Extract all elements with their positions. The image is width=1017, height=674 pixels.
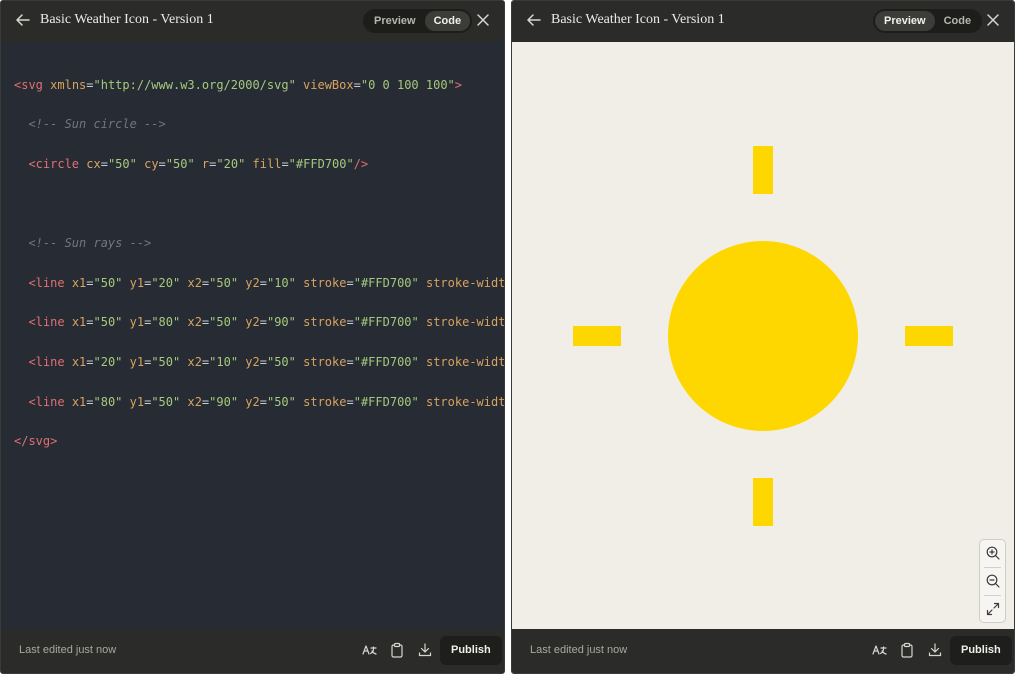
code-line: <!-- Sun rays --> [28, 236, 152, 251]
expand-icon[interactable] [985, 601, 1001, 617]
preview-panel-header: Basic Weather Icon - Version 1 Preview C… [512, 1, 1014, 42]
translate-icon[interactable] [361, 642, 377, 658]
sun-ray-bottom [753, 478, 773, 526]
sun-ray-top [753, 146, 773, 194]
code-panel-footer: Last edited just now Publish [1, 629, 504, 673]
divider [984, 567, 1001, 568]
clipboard-icon[interactable] [389, 642, 405, 658]
preview-tab[interactable]: Preview [875, 11, 935, 31]
preview-panel: Basic Weather Icon - Version 1 Preview C… [511, 0, 1015, 674]
last-edited-status: Last edited just now [530, 644, 628, 656]
artifact-title: Basic Weather Icon - Version 1 [40, 12, 214, 27]
view-toggle: Preview Code [363, 9, 473, 33]
preview-tab[interactable]: Preview [365, 11, 425, 31]
close-icon[interactable] [985, 12, 1001, 28]
sun-graphic [573, 146, 953, 526]
code-editor[interactable]: <svg xmlns="http://www.w3.org/2000/svg" … [1, 42, 504, 629]
preview-panel-footer: Last edited just now Publish [512, 629, 1014, 673]
zoom-in-icon[interactable] [985, 545, 1001, 561]
code-panel-header: Basic Weather Icon - Version 1 Preview C… [1, 1, 504, 42]
code-tab[interactable]: Code [424, 11, 471, 31]
publish-button[interactable]: Publish [950, 636, 1012, 665]
download-icon[interactable] [927, 642, 943, 658]
code-line: <line x1="80" y1="50" x2="90" y2="50" st… [28, 394, 504, 409]
preview-canvas [512, 42, 1014, 629]
code-line: <line x1="50" y1="80" x2="50" y2="90" st… [28, 315, 504, 330]
code-line: <svg xmlns="http://www.w3.org/2000/svg" … [14, 77, 462, 92]
code-tab[interactable]: Code [935, 11, 981, 31]
publish-button[interactable]: Publish [440, 636, 502, 665]
arrow-left-icon[interactable] [525, 11, 543, 29]
code-line: <circle cx="50" cy="50" r="20" fill="#FF… [28, 156, 369, 171]
clipboard-icon[interactable] [899, 642, 915, 658]
code-panel: Basic Weather Icon - Version 1 Preview C… [0, 0, 505, 674]
view-toggle: Preview Code [873, 9, 983, 33]
divider [984, 595, 1001, 596]
code-line: <!-- Sun circle --> [28, 117, 166, 132]
code-line: </svg> [14, 434, 58, 449]
last-edited-status: Last edited just now [19, 644, 117, 656]
translate-icon[interactable] [871, 642, 887, 658]
sun-circle [668, 241, 858, 431]
code-line: <line x1="50" y1="20" x2="50" y2="10" st… [28, 275, 504, 290]
zoom-controls [979, 539, 1006, 623]
artifact-title: Basic Weather Icon - Version 1 [551, 12, 725, 27]
zoom-out-icon[interactable] [985, 573, 1001, 589]
download-icon[interactable] [417, 642, 433, 658]
sun-ray-left [573, 326, 621, 346]
arrow-left-icon[interactable] [14, 11, 32, 29]
code-line: <line x1="20" y1="50" x2="10" y2="50" st… [28, 354, 504, 369]
sun-ray-right [905, 326, 953, 346]
close-icon[interactable] [475, 12, 491, 28]
